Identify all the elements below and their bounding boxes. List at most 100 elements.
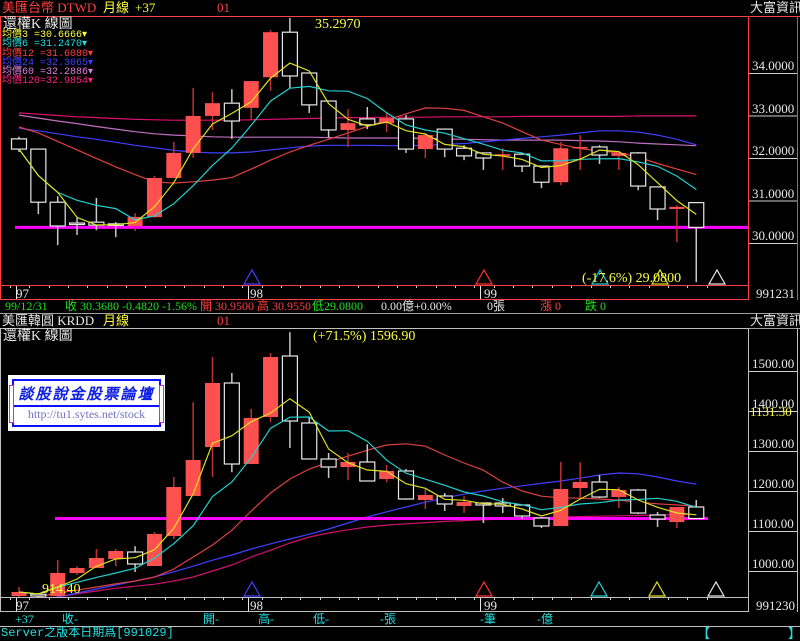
bottom-info-low: 低- [313,612,329,626]
signal-triangle-icon [647,580,667,597]
candle-body [649,514,666,520]
info-date: 99/12/31 [5,299,48,313]
signal-triangle-icon [474,580,494,597]
candle-body [688,202,705,228]
candle-body [572,482,588,488]
candle-body [688,506,705,520]
candle-body [456,502,472,506]
y-tick-label: 1400.00 [752,396,795,411]
candle-body [301,422,318,460]
bottom-brand: 大富資訊 [750,313,800,328]
candle [572,462,588,499]
bottom-info-close: 收- [62,612,78,626]
info-open-high: 開 30.9500 高 30.9550 [200,299,312,313]
candle-body [49,201,66,227]
plot-area [11,332,708,597]
candle [320,453,337,478]
status-bracket-right: 】 [788,626,800,641]
ma120-line [18,112,697,121]
candle [417,489,433,509]
bottom-end-date: 991230 [756,598,795,613]
candle [669,205,685,243]
top-symbol[interactable]: 美匯台幣 DTWD [2,1,96,14]
top-count: +37 [135,0,156,15]
info-close: 收 30.3680 -0.4820 -1.56% [65,299,197,313]
bottom-code: 01 [217,313,230,328]
status-bracket-left: 【 [697,626,711,641]
candle-body [340,123,356,130]
info-down-count: 跌 0 [585,299,607,313]
logo-scroll-right [159,385,164,423]
bottom-period[interactable]: 月線 [103,314,129,327]
bottom-chart-title: 還權K 線圖 [3,329,73,344]
candle-body [281,355,298,422]
candle-body [513,153,531,167]
bottom-symbol[interactable]: 美匯韓圓 KRDD [2,314,94,327]
candle [397,115,415,153]
info-amount: 0.00億+0.00% [381,299,452,313]
bottom-x-label-97: 97 [16,598,29,613]
candle [69,566,85,575]
candle [281,332,298,448]
info-low: 低29.0800 [312,299,364,313]
signal-triangle-icon [242,268,262,285]
top-period[interactable]: 月線 [103,1,129,14]
candle [649,512,666,527]
info-up-count: 漲 0 [540,299,562,313]
top-low-annotation: (-17.6%) 29.0800 [582,271,682,286]
ma3-line [18,62,697,226]
candle-body [68,222,86,226]
bottom-info-count: +37 [15,612,34,626]
candle [688,500,705,520]
candle [533,517,550,528]
candle [281,17,298,88]
candle [513,153,531,173]
y-tick-label: 1100.00 [752,516,794,531]
ma-legend: 均價3 =30.6666▾ 均價6 =31.2470▾ 均價12 =31.608… [2,30,93,87]
logo-frame: 談股說金股票論壇 http://tu1.sytes.net/stock [12,379,161,427]
candle-body [205,103,220,116]
y-tick-label: 31.0000 [752,185,795,201]
y-tick-label: 30.0000 [752,228,795,243]
bottom-high-annotation: (+71.5%) 1596.90 [313,329,416,344]
y-tick-label: 34.0000 [752,58,795,73]
bottom-x-label-99: 99 [484,598,497,613]
top-brand: 大富資訊 [750,0,800,15]
bottom-info-amount: -億 [537,612,553,626]
candle [669,507,685,528]
candle-body [669,206,685,209]
candle [591,475,608,498]
top-high-annotation: 35.2970 [315,17,361,32]
candle-body [223,382,240,465]
info-volume: 0張 [487,299,506,313]
candle-body [263,32,279,78]
candle [243,81,259,121]
candle [379,465,395,483]
candle-body [611,490,627,497]
bottom-info-high: 高- [258,612,274,626]
logo-url[interactable]: http://tu1.sytes.net/stock [14,407,159,422]
candle-body [533,517,550,527]
ma12-line [35,443,697,597]
y-tick-label: 1000.00 [752,556,795,571]
y-tick-label: 33.0000 [752,100,795,116]
logo-title: 談股說金股票論壇 [14,383,159,407]
candle [205,357,220,477]
candle [185,402,201,496]
logo-scroll-left [9,385,14,423]
bottom-info-open: 開- [203,612,219,626]
candle [359,444,376,482]
candle-body [185,460,201,496]
ma60-line [18,114,697,147]
candle-body [359,461,376,482]
candle [166,477,182,539]
ma-legend-item[interactable]: 均價120=32.9854▾ [2,77,93,87]
forum-logo[interactable]: 談股說金股票論壇 http://tu1.sytes.net/stock [8,375,165,431]
candle [455,145,473,161]
candle [456,496,472,513]
signal-triangle-icon [242,580,262,597]
y-tick-label: 1200.00 [752,476,795,491]
top-chart [10,17,797,299]
candle [533,165,550,189]
candle [243,409,259,464]
